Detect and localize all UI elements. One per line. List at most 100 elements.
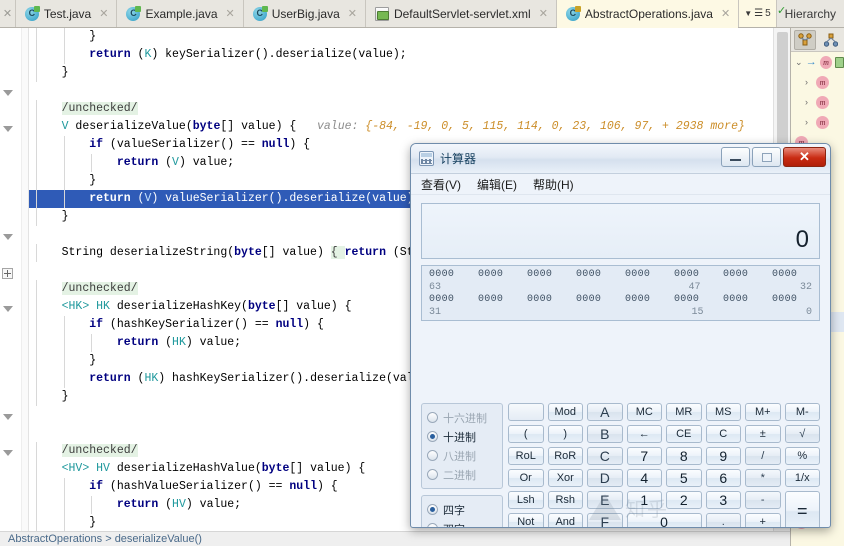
code-line[interactable] <box>29 82 790 100</box>
word-size-option-0[interactable]: 四字 <box>427 500 497 519</box>
calculator-window[interactable]: 计算器 ✕ 查看(V) 编辑(E) 帮助(H) 0 0000 0000 0000 0000… <box>410 143 831 528</box>
hierarchy-graph-icon[interactable] <box>820 30 842 50</box>
calculator-key-M--7[interactable]: M- <box>784 403 820 421</box>
tab-overflow-button[interactable]: ▼ ☰ 5 <box>739 0 777 27</box>
code-line[interactable]: V deserializeValue(byte[] value) { value… <box>29 118 790 136</box>
calculator-key-A-2[interactable]: A <box>587 403 623 421</box>
binary-nibble[interactable]: 0000 <box>576 269 616 281</box>
hierarchy-row[interactable]: › m <box>791 92 844 112</box>
calculator-key-E-34[interactable]: E <box>587 491 623 509</box>
calculator-key-C-18[interactable]: C <box>587 447 623 465</box>
tab-close-icon[interactable]: ✕ <box>99 7 108 20</box>
chevron-right-icon[interactable]: › <box>805 97 813 107</box>
calculator-key-MS-5[interactable]: MS <box>705 403 741 421</box>
calculator-key-1-35[interactable]: 1 <box>626 491 662 509</box>
calculator-key-.-44[interactable]: . <box>705 513 741 527</box>
radio-button-icon[interactable] <box>427 469 438 480</box>
number-base-option-3[interactable]: 二进制 <box>427 465 497 484</box>
code-line[interactable]: } <box>29 28 790 46</box>
calculator-key-*-30[interactable]: * <box>745 469 781 487</box>
binary-nibble[interactable]: 0000 <box>527 269 567 281</box>
calculator-binary-display[interactable]: 0000 0000 0000 0000 0000 0000 0000 0000 63 47 32 00… <box>421 265 820 321</box>
calculator-key-sym-9[interactable]: ) <box>547 425 583 443</box>
tabbar-close-icon[interactable]: ✕ <box>0 0 16 27</box>
hierarchy-row[interactable]: › m <box>791 72 844 92</box>
hierarchy-tree-icon[interactable] <box>794 29 816 50</box>
calculator-menu-bar[interactable]: 查看(V) 编辑(E) 帮助(H) <box>411 174 830 195</box>
chevron-down-icon[interactable]: ⌄ <box>795 57 803 68</box>
calculator-key-F-42[interactable]: F <box>587 513 623 527</box>
code-line[interactable]: } <box>29 64 790 82</box>
calculator-key---38[interactable]: - <box>745 491 781 509</box>
minimize-button[interactable] <box>721 147 750 167</box>
fold-arrow-icon[interactable] <box>2 232 15 245</box>
breadcrumb[interactable]: AbstractOperations > deserializeValue() <box>0 531 790 546</box>
binary-nibble[interactable]: 0000 <box>674 269 714 281</box>
word-size-radio-group[interactable]: 四字双字字字节 <box>421 495 503 527</box>
calculator-menu-item[interactable]: 编辑(E) <box>477 176 517 193</box>
number-base-option-2[interactable]: 八进制 <box>427 446 497 465</box>
calculator-key-Xor-25[interactable]: Xor <box>547 469 583 487</box>
binary-nibble[interactable]: 0000 <box>772 269 812 281</box>
calculator-key-RoR-17[interactable]: RoR <box>547 447 583 465</box>
calculator-key-Mod-1[interactable]: Mod <box>547 403 583 421</box>
binary-bit-row[interactable]: 0000 0000 0000 0000 0000 0000 0000 0000 <box>429 269 812 281</box>
fold-plus-icon[interactable] <box>2 268 15 281</box>
binary-nibble[interactable]: 0000 <box>625 269 665 281</box>
calculator-key-sym-11[interactable]: ← <box>626 425 662 443</box>
binary-nibble[interactable]: 0000 <box>527 294 567 306</box>
binary-nibble[interactable]: 0000 <box>429 294 469 306</box>
calculator-key-CE-12[interactable]: CE <box>666 425 702 443</box>
calculator-key-sym-15[interactable]: √ <box>784 425 820 443</box>
editor-tab-example-java[interactable]: C Example.java ✕ <box>117 0 244 27</box>
binary-bit-row[interactable]: 0000 0000 0000 0000 0000 0000 0000 0000 <box>429 294 812 306</box>
binary-nibble[interactable]: 0000 <box>429 269 469 281</box>
editor-gutter[interactable] <box>0 28 22 531</box>
calculator-key-3-37[interactable]: 3 <box>705 491 741 509</box>
calculator-key-Not-40[interactable]: Not <box>508 513 544 527</box>
calculator-key-MC-3[interactable]: MC <box>626 403 662 421</box>
calculator-title-bar[interactable]: 计算器 ✕ <box>411 144 830 174</box>
calculator-key-sym-14[interactable]: ± <box>745 425 781 443</box>
chevron-right-icon[interactable]: › <box>805 77 813 87</box>
calculator-key-5-28[interactable]: 5 <box>666 469 702 487</box>
calculator-key-2-36[interactable]: 2 <box>666 491 702 509</box>
calculator-key-7-19[interactable]: 7 <box>626 447 662 465</box>
calculator-key-1/x-31[interactable]: 1/x <box>784 469 820 487</box>
hierarchy-row[interactable]: › m <box>791 112 844 132</box>
calculator-key-M+-6[interactable]: M+ <box>745 403 781 421</box>
calculator-keypad[interactable]: Mod A MC MR MS M+ M- () B ← CE C ± √ RoL RoR C 7 8 9 /% Or Xor… <box>508 403 820 527</box>
calculator-key-/-22[interactable]: / <box>745 447 781 465</box>
calculator-key-=-39[interactable]: = <box>784 491 820 527</box>
tab-hierarchy[interactable]: Hierarchy <box>776 0 844 27</box>
close-button[interactable]: ✕ <box>783 147 826 167</box>
fold-arrow-icon[interactable] <box>2 412 15 425</box>
tab-close-icon[interactable]: ✕ <box>721 7 730 20</box>
calculator-menu-item[interactable]: 查看(V) <box>421 176 461 193</box>
fold-arrow-icon[interactable] <box>2 124 15 137</box>
calculator-key-4-27[interactable]: 4 <box>626 469 662 487</box>
calculator-key-6-29[interactable]: 6 <box>705 469 741 487</box>
calculator-key-0-43[interactable]: 0 <box>626 513 702 527</box>
fold-arrow-icon[interactable] <box>2 304 15 317</box>
radio-button-icon[interactable] <box>427 523 438 527</box>
radio-button-icon[interactable] <box>427 504 438 515</box>
calculator-key-Rsh-33[interactable]: Rsh <box>547 491 583 509</box>
editor-tab-test-java[interactable]: C Test.java ✕ <box>15 0 118 27</box>
number-base-option-0[interactable]: 十六进制 <box>427 408 497 427</box>
calculator-key-%-23[interactable]: % <box>784 447 820 465</box>
tab-close-icon[interactable]: ✕ <box>226 7 235 20</box>
binary-nibble[interactable]: 0000 <box>478 269 518 281</box>
binary-nibble[interactable]: 0000 <box>576 294 616 306</box>
fold-arrow-icon[interactable] <box>2 448 15 461</box>
editor-tab-userbig-java[interactable]: C UserBig.java ✕ <box>243 0 366 27</box>
calculator-key-+-45[interactable]: + <box>745 513 781 527</box>
calculator-key-Or-24[interactable]: Or <box>508 469 544 487</box>
radio-button-icon[interactable] <box>427 412 438 423</box>
fold-arrow-icon[interactable] <box>2 88 15 101</box>
calculator-key-Lsh-32[interactable]: Lsh <box>508 491 544 509</box>
chevron-right-icon[interactable]: › <box>805 117 813 127</box>
binary-nibble[interactable]: 0000 <box>625 294 665 306</box>
tab-close-icon[interactable]: ✕ <box>348 7 357 20</box>
calculator-key-And-41[interactable]: And <box>547 513 583 527</box>
